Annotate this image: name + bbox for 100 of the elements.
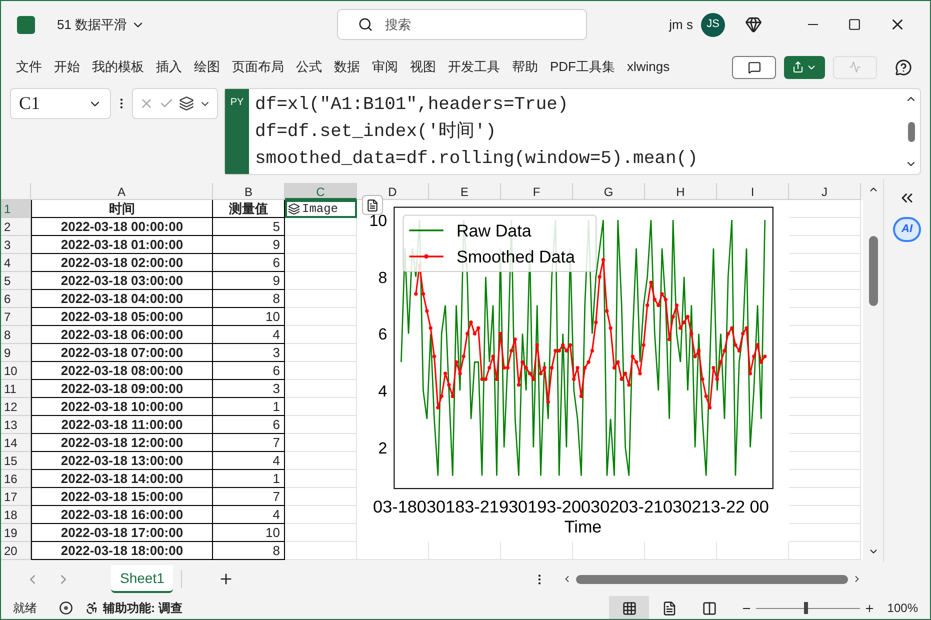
ribbon-tab[interactable]: 绘图: [189, 53, 225, 81]
search-box[interactable]: 搜索: [337, 9, 588, 40]
name-box[interactable]: C1: [10, 88, 111, 119]
help-bubble-icon[interactable]: [895, 58, 912, 76]
row-header[interactable]: 20: [1, 542, 31, 560]
table-cell: 3: [213, 344, 285, 362]
row-header[interactable]: 15: [1, 452, 31, 470]
cell-text: Image: [302, 201, 338, 218]
table-cell: 2022-03-18 12:00:00: [31, 434, 213, 452]
ai-assistant-button[interactable]: AI: [893, 217, 922, 242]
view-button[interactable]: [609, 596, 650, 619]
table-cell: 9: [213, 272, 285, 290]
maximize-icon: [848, 18, 860, 31]
ribbon-tab[interactable]: 数据: [329, 53, 365, 81]
code-line: df=df.set_index('时间'): [255, 120, 498, 144]
row-header[interactable]: 16: [1, 470, 31, 488]
row-header[interactable]: 18: [1, 506, 31, 524]
table-cell: 9: [213, 236, 285, 254]
ribbon-tab[interactable]: 我的模板: [87, 53, 149, 81]
row-header[interactable]: 13: [1, 416, 31, 434]
zoom-in-icon[interactable]: [864, 602, 876, 614]
legend-label: Raw Data: [456, 221, 532, 240]
row-header[interactable]: 17: [1, 488, 31, 506]
minimize-icon: [808, 24, 818, 25]
row-header[interactable]: 1: [1, 200, 31, 218]
ribbon-tab[interactable]: xlwings: [622, 53, 675, 81]
code-line: smoothed_data=df.rolling(window=5).mean(): [255, 148, 699, 171]
activity-button[interactable]: [833, 56, 877, 78]
table-cell: 7: [213, 434, 285, 452]
empty-cell[interactable]: [285, 542, 357, 560]
share-icon: [792, 61, 804, 73]
row-header[interactable]: 11: [1, 380, 31, 398]
empty-cell[interactable]: [789, 542, 861, 560]
row-header[interactable]: 3: [1, 236, 31, 254]
table-cell: 2022-03-18 06:00:00: [31, 326, 213, 344]
table-cell: 2022-03-18 08:00:00: [31, 362, 213, 380]
ribbon-tab[interactable]: 视图: [405, 53, 441, 81]
table-cell: 2022-03-18 16:00:00: [31, 506, 213, 524]
ribbon-tab[interactable]: 文件: [11, 53, 47, 81]
sheet-tab[interactable]: Sheet1: [111, 565, 174, 593]
row-header[interactable]: 4: [1, 254, 31, 272]
row-header[interactable]: 10: [1, 362, 31, 380]
comments-button[interactable]: [732, 56, 776, 78]
share-button[interactable]: [784, 56, 825, 78]
diamond-icon[interactable]: [745, 16, 762, 33]
table-cell: 测量值: [213, 200, 285, 218]
file-name-button[interactable]: 51 数据平滑: [57, 14, 146, 34]
excel-logo-icon: [17, 16, 35, 34]
row-header[interactable]: 6: [1, 290, 31, 308]
table-cell: 1: [213, 398, 285, 416]
zoom-level[interactable]: 100%: [887, 599, 918, 617]
scroll-thumb[interactable]: [908, 122, 914, 142]
table-cell: 10: [213, 308, 285, 326]
table-cell: 4: [213, 506, 285, 524]
ribbon-tab[interactable]: 审阅: [367, 53, 403, 81]
ready-status: 就绪: [13, 600, 37, 617]
card-icon[interactable]: [362, 195, 383, 215]
row-header[interactable]: 7: [1, 308, 31, 326]
x-axis-label: Time: [564, 518, 602, 537]
row-header[interactable]: 5: [1, 272, 31, 290]
ribbon-tab[interactable]: 开发工具: [443, 53, 505, 81]
table-cell: 2022-03-18 02:00:00: [31, 254, 213, 272]
table-cell: 2022-03-18 05:00:00: [31, 308, 213, 326]
layers-icon[interactable]: [178, 96, 194, 111]
table-cell: 2022-03-18 11:00:00: [31, 416, 213, 434]
code-line: df=xl("A1:B101",headers=True): [255, 94, 570, 117]
table-cell: 4: [213, 452, 285, 470]
ribbon-tab[interactable]: 帮助: [507, 53, 543, 81]
legend-label: Smoothed Data: [456, 248, 576, 266]
row-header[interactable]: 9: [1, 344, 31, 362]
ribbon-tab[interactable]: PDF工具集: [545, 53, 620, 81]
table-cell: 2022-03-18 17:00:00: [31, 524, 213, 542]
y-tick-label: 8: [378, 268, 388, 287]
comment-icon: [748, 60, 760, 74]
table-cell: 2022-03-18 15:00:00: [31, 488, 213, 506]
row-header[interactable]: 8: [1, 326, 31, 344]
table-cell: 2022-03-18 14:00:00: [31, 470, 213, 488]
ribbon-tab[interactable]: 公式: [291, 53, 327, 81]
accessibility-status[interactable]: 辅助功能: 调查: [103, 599, 182, 617]
column-header[interactable]: C: [285, 183, 357, 200]
scroll-thumb[interactable]: [576, 574, 848, 584]
ribbon-tab[interactable]: 插入: [151, 53, 187, 81]
row-header[interactable]: 12: [1, 398, 31, 416]
ribbon-tab[interactable]: 开始: [49, 53, 85, 81]
scroll-thumb[interactable]: [868, 236, 878, 306]
zoom-slider-thumb[interactable]: [804, 602, 808, 614]
ribbon-tab[interactable]: 页面布局: [227, 53, 289, 81]
image-cell[interactable]: Image: [285, 200, 357, 218]
y-tick-label: 2: [378, 439, 388, 458]
record-icon[interactable]: [59, 601, 73, 615]
table-cell: 8: [213, 290, 285, 308]
layers-icon: [288, 203, 300, 215]
search-input[interactable]: 搜索: [385, 14, 566, 34]
row-header[interactable]: 2: [1, 218, 31, 236]
row-header[interactable]: 14: [1, 434, 31, 452]
grid-icon: [622, 600, 637, 616]
x-tick-labels: 03-18030183-21930193-20030203-21030213-22 00: [373, 498, 767, 517]
row-header[interactable]: 19: [1, 524, 31, 542]
user-avatar[interactable]: JS: [701, 12, 725, 36]
table-cell: 2022-03-18 03:00:00: [31, 272, 213, 290]
